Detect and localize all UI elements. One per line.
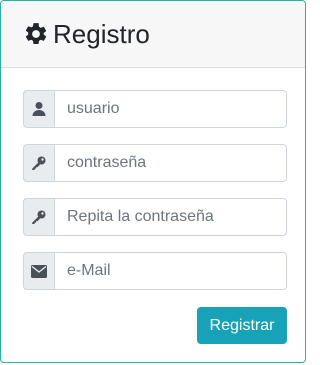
- password-input[interactable]: [54, 144, 287, 182]
- envelope-icon: [23, 252, 54, 290]
- user-icon: [23, 90, 54, 128]
- password-group: [23, 144, 287, 182]
- email-group: [23, 252, 287, 290]
- registration-card: Registro usuario e-Mail Registrar: [0, 0, 306, 363]
- gear-icon: [23, 21, 49, 47]
- card-header: Registro: [1, 1, 305, 68]
- key-icon: [23, 144, 54, 182]
- email-input[interactable]: [54, 252, 287, 290]
- username-group: [23, 90, 287, 128]
- key-icon: [23, 198, 54, 236]
- page-title: Registro: [53, 18, 150, 49]
- registration-form: [23, 90, 287, 306]
- register-button[interactable]: Registrar: [197, 307, 287, 344]
- password-repeat-group: [23, 198, 287, 236]
- password-repeat-input[interactable]: [54, 198, 287, 236]
- username-input[interactable]: [54, 90, 287, 128]
